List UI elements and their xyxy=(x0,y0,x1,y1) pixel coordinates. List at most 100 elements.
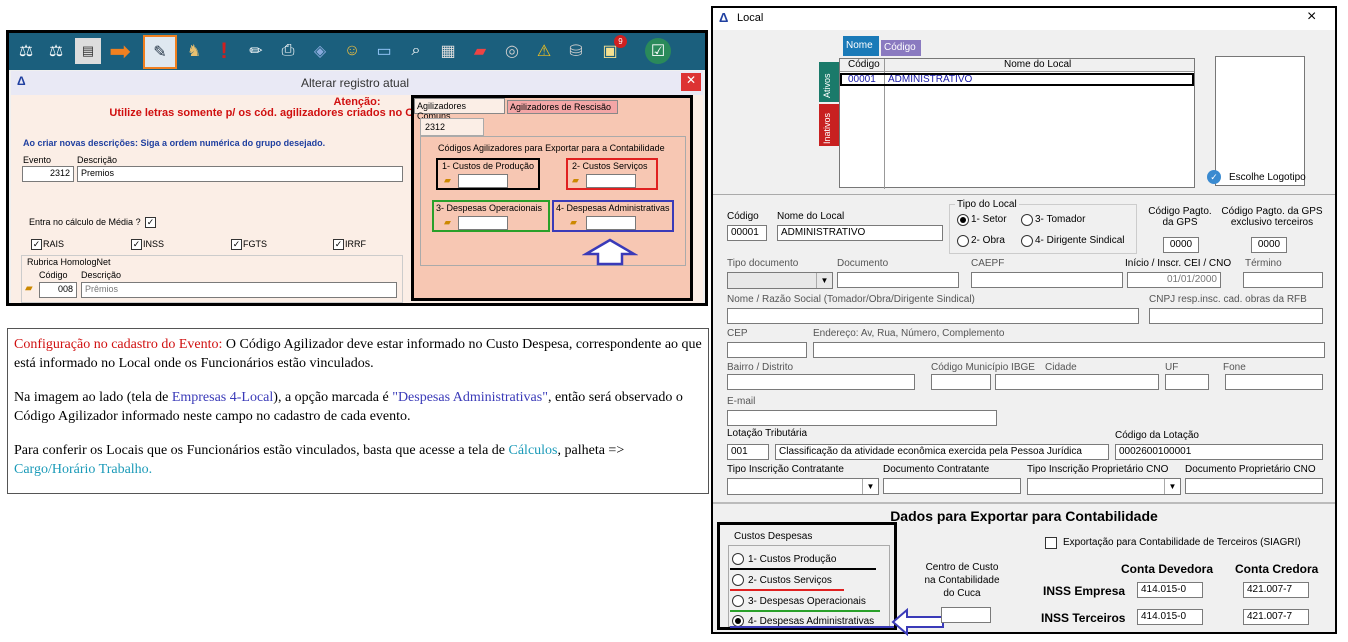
evento-field[interactable]: 2312 xyxy=(22,166,74,182)
exclamation-icon[interactable]: ! xyxy=(211,38,237,64)
custos-title: Custos Despesas xyxy=(734,531,813,542)
email-field[interactable] xyxy=(727,410,997,426)
uf-field[interactable] xyxy=(1165,374,1209,390)
bairro-field[interactable] xyxy=(727,374,915,390)
inss-empresa-credora[interactable]: 421.007-7 xyxy=(1243,582,1309,598)
radio-obra[interactable] xyxy=(957,235,969,247)
tab-inativos[interactable]: Inativos xyxy=(819,104,839,146)
razao-social-field[interactable] xyxy=(727,308,1139,324)
cidade-field[interactable] xyxy=(995,374,1159,390)
agil-field-1[interactable] xyxy=(458,174,508,188)
book-icon[interactable]: ▰ xyxy=(467,38,493,64)
termino-field[interactable] xyxy=(1243,272,1323,288)
agil-field-3[interactable] xyxy=(458,216,508,230)
doc-contratante-field[interactable] xyxy=(883,478,1021,494)
database-icon[interactable]: ⛁ xyxy=(563,38,589,64)
close-button[interactable]: × xyxy=(1307,8,1316,26)
termino-label: Término xyxy=(1245,258,1282,269)
agil-field-4[interactable] xyxy=(586,216,636,230)
report-icon[interactable]: ◎ xyxy=(499,38,525,64)
inss-checkbox[interactable]: ✓ xyxy=(131,239,142,250)
radio-custos-producao[interactable] xyxy=(732,553,744,565)
table-row[interactable]: 00001 ADMINISTRATIVO xyxy=(840,73,1194,86)
escolhe-logotipo-label[interactable]: Escolhe Logotipo xyxy=(1229,172,1306,183)
magnifier-icon[interactable]: ⌕ xyxy=(403,38,429,64)
monitor-icon[interactable]: ▭ xyxy=(371,38,397,64)
radio-custos-servicos[interactable] xyxy=(732,574,744,586)
close-button[interactable]: ✕ xyxy=(681,73,701,91)
grid-header-codigo[interactable]: Código xyxy=(848,59,880,70)
gps-field[interactable]: 0000 xyxy=(1163,237,1199,253)
scales-icon[interactable]: ⚖ xyxy=(43,38,69,64)
pen-icon[interactable]: ✏ xyxy=(243,38,269,64)
people-icon[interactable]: ☺ xyxy=(339,38,365,64)
agil-field-2-label: 2- Custos Serviços xyxy=(572,161,648,171)
printer-icon[interactable]: ⎙ xyxy=(275,38,301,64)
gps-terceiros-field[interactable]: 0000 xyxy=(1251,237,1287,253)
radio-despesas-operacionais[interactable] xyxy=(732,595,744,607)
app-icon: Δ xyxy=(17,74,26,88)
rais-label: RAIS xyxy=(43,239,65,249)
inicio-field[interactable]: 01/01/2000 xyxy=(1127,272,1221,288)
caepf-field[interactable] xyxy=(971,272,1123,288)
tab-agilizadores-rescisao[interactable]: Agilizadores de Rescisão xyxy=(507,100,618,114)
nome-local-field[interactable]: ADMINISTRATIVO xyxy=(777,225,943,241)
inss-terceiros-credora[interactable]: 421.007-7 xyxy=(1243,609,1309,625)
rub-codigo-field[interactable]: 008 xyxy=(39,282,77,298)
doc-prop-field[interactable] xyxy=(1185,478,1323,494)
fone-field[interactable] xyxy=(1225,374,1323,390)
endereco-field[interactable] xyxy=(813,342,1325,358)
calculator-icon[interactable]: ▦ xyxy=(435,38,461,64)
media-checkbox[interactable]: ✓ xyxy=(145,217,156,228)
tipo-insc-prop-select[interactable]: ▼ xyxy=(1027,478,1181,495)
centro-custo-field[interactable] xyxy=(941,607,991,623)
gps-label: Código Pagto. da GPS xyxy=(1148,206,1212,228)
documents-icon[interactable]: ▤ xyxy=(75,38,101,64)
tab-ativos[interactable]: Ativos xyxy=(819,62,839,102)
endereco-label: Endereço: Av, Rua, Número, Complemento xyxy=(813,328,1005,339)
radio-setor[interactable] xyxy=(957,214,969,226)
scales-icon[interactable]: ⚖ xyxy=(13,38,39,64)
check-icon[interactable]: ✓ xyxy=(1207,170,1221,184)
codigo-field[interactable]: 00001 xyxy=(727,225,767,241)
inss-terceiros-devedora[interactable]: 414.015-0 xyxy=(1137,609,1203,625)
rub-descricao-field[interactable]: Prêmios xyxy=(81,282,397,298)
radio-tomador[interactable] xyxy=(1021,214,1033,226)
cod-municipio-field[interactable] xyxy=(931,374,991,390)
cnpj-field[interactable] xyxy=(1149,308,1323,324)
warning-icon[interactable]: ⚠ xyxy=(531,38,557,64)
fgts-checkbox[interactable]: ✓ xyxy=(231,239,242,250)
tab-2312[interactable]: 2312 xyxy=(420,118,484,136)
radio-dirigente[interactable] xyxy=(1021,235,1033,247)
lotacao-desc-field[interactable]: Classificação da atividade econômica exe… xyxy=(775,444,1109,460)
rais-checkbox[interactable]: ✓ xyxy=(31,239,42,250)
lotacao-code-field[interactable]: 001 xyxy=(727,444,769,460)
tab-nome[interactable]: Nome xyxy=(843,36,879,56)
documento-field[interactable] xyxy=(837,272,959,288)
folder-icon[interactable]: ▰ xyxy=(572,175,579,186)
cep-field[interactable] xyxy=(727,342,807,358)
radio-tomador-label: 3- Tomador xyxy=(1035,214,1086,225)
media-label: Entra no cálculo de Média ? xyxy=(29,217,141,227)
folder-icon[interactable]: ▰ xyxy=(444,217,451,228)
irrf-checkbox[interactable]: ✓ xyxy=(333,239,344,250)
tab-agilizadores-comuns[interactable]: Agilizadores Comuns xyxy=(414,98,505,121)
descricao-field[interactable]: Premios xyxy=(77,166,403,182)
checkbox-icon[interactable]: ☑ xyxy=(645,38,671,64)
paint-bucket-icon[interactable]: ◈ xyxy=(307,38,333,64)
tab-inativos-label: Inativos xyxy=(822,112,832,144)
folder-icon[interactable]: ▰ xyxy=(25,283,33,294)
agil-field-2[interactable] xyxy=(586,174,636,188)
rub-descricao-label: Descrição xyxy=(81,270,122,280)
tipo-insc-contratante-select[interactable]: ▼ xyxy=(727,478,879,495)
chair-icon[interactable]: ♞ xyxy=(181,38,207,64)
inss-empresa-devedora[interactable]: 414.015-0 xyxy=(1137,582,1203,598)
folder-icon[interactable]: ▰ xyxy=(570,217,577,228)
grid-header-nome[interactable]: Nome do Local xyxy=(1004,59,1071,70)
folder-icon[interactable]: ▰ xyxy=(444,175,451,186)
siagri-checkbox[interactable] xyxy=(1045,537,1057,549)
edit-document-icon[interactable]: ✎ xyxy=(143,35,177,69)
tab-codigo[interactable]: Código xyxy=(881,40,921,56)
tipo-documento-select[interactable]: ▼ xyxy=(727,272,833,289)
cod-lotacao-field[interactable]: 0002600100001 xyxy=(1115,444,1323,460)
